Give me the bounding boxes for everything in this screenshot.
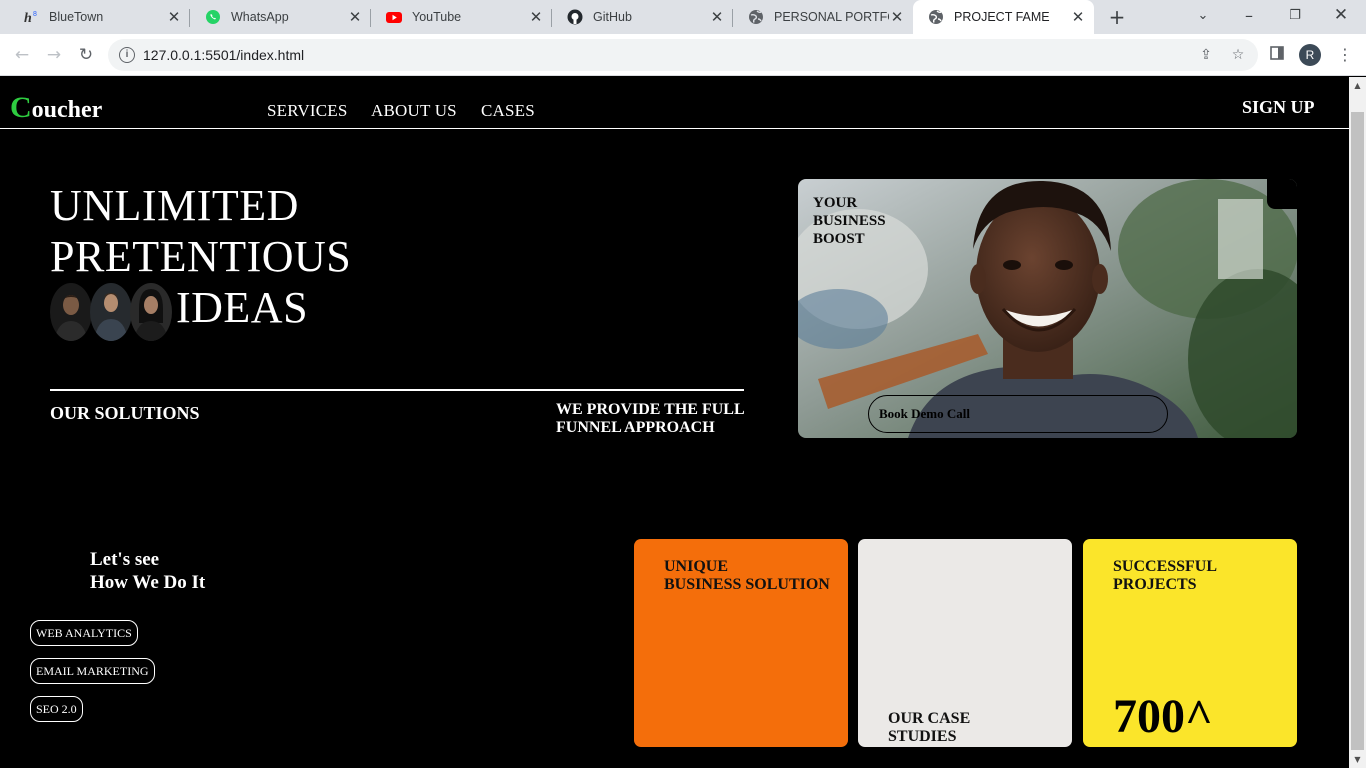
hashnode-icon: h8 <box>23 9 39 25</box>
tab-title: PROJECT FAME <box>954 10 1050 24</box>
hero-headline: UNLIMITED PRETENTIOUS IDEAS <box>50 180 351 341</box>
browser-toolbar: ← → ↻ i 127.0.0.1:5501/index.html ⇪ ☆ R … <box>0 34 1366 76</box>
card-title-line-1: OUR CASE <box>888 710 971 727</box>
svg-text:8: 8 <box>33 11 37 18</box>
back-icon[interactable]: ← <box>10 43 34 67</box>
tab-youtube[interactable]: YouTube ✕ <box>371 0 552 34</box>
tag-seo[interactable]: SEO 2.0 <box>30 696 83 722</box>
site-navbar: Coucher SERVICES ABOUT US CASES SIGN UP <box>0 77 1349 129</box>
logo[interactable]: Coucher <box>10 91 102 125</box>
tab-search-icon[interactable]: ⌄ <box>1180 0 1226 30</box>
heading-line-2: How We Do It <box>90 572 206 593</box>
close-icon[interactable]: ✕ <box>528 9 544 26</box>
card-title-line-1: UNIQUE <box>664 558 729 575</box>
browser-tab-bar: h8 BlueTown ✕ WhatsApp ✕ YouTube ✕ GitHu… <box>0 0 1366 34</box>
close-icon[interactable]: ✕ <box>709 9 725 26</box>
hero-image-caption: YOUR BUSINESS BOOST <box>813 194 886 248</box>
hero-image-card: YOUR BUSINESS BOOST Book Demo Call <box>798 179 1297 438</box>
url-text[interactable]: 127.0.0.1:5501/index.html <box>143 39 304 71</box>
menu-icon[interactable]: ⋮ <box>1335 43 1355 67</box>
card-title-line-1: SUCCESSFUL <box>1113 558 1218 575</box>
tab-bluetown[interactable]: h8 BlueTown ✕ <box>8 0 190 34</box>
tab-title: PERSONAL PORTFOLIO <box>774 10 889 24</box>
section-divider <box>50 389 744 391</box>
card-successful-projects[interactable]: SUCCESSFUL PROJECTS 700^ <box>1083 539 1297 747</box>
tag-web-analytics[interactable]: WEB ANALYTICS <box>30 620 138 646</box>
close-icon[interactable]: ✕ <box>1070 9 1086 26</box>
card-title: OUR CASE STUDIES <box>888 710 970 746</box>
our-solutions-heading: OUR SOLUTIONS <box>50 403 200 423</box>
card-unique-business-solution[interactable]: UNIQUE BUSINESS SOLUTION <box>634 539 848 747</box>
card-our-case-studies[interactable]: OUR CASE STUDIES <box>858 539 1072 747</box>
globe-icon <box>928 9 944 25</box>
logo-rest: oucher <box>31 97 103 123</box>
page-scrollbar[interactable]: ▲ ▼ <box>1349 77 1366 768</box>
heading-line-1: Let's see <box>90 549 160 570</box>
card-title-line-2: PROJECTS <box>1113 576 1197 593</box>
tab-personal-portfolio[interactable]: PERSONAL PORTFOLIO ✕ <box>733 0 913 34</box>
svg-text:h: h <box>24 11 32 25</box>
card-title: UNIQUE BUSINESS SOLUTION <box>664 558 830 594</box>
tab-github[interactable]: GitHub ✕ <box>552 0 733 34</box>
caption-line-3: BOOST <box>813 231 865 247</box>
caption-line-2: BUSINESS <box>813 213 886 229</box>
headline-line-3: IDEAS <box>176 283 309 332</box>
logo-initial: C <box>10 91 32 124</box>
site-info-icon[interactable]: i <box>119 47 135 63</box>
scroll-down-icon[interactable]: ▼ <box>1349 751 1366 768</box>
headline-line-3-row: IDEAS <box>50 282 351 341</box>
projects-count: 700^ <box>1113 690 1213 743</box>
funnel-text: WE PROVIDE THE FULL FUNNEL APPROACH <box>556 401 745 437</box>
bookmark-star-icon[interactable]: ☆ <box>1228 45 1248 65</box>
caption-line-1: YOUR <box>813 195 858 211</box>
address-bar[interactable]: i 127.0.0.1:5501/index.html ⇪ ☆ <box>108 39 1258 71</box>
card-title: SUCCESSFUL PROJECTS <box>1113 558 1217 594</box>
window-close-icon[interactable]: ✕ <box>1318 0 1364 30</box>
book-demo-call-button[interactable]: Book Demo Call <box>868 395 1168 433</box>
page: Coucher SERVICES ABOUT US CASES SIGN UP … <box>0 77 1349 768</box>
reload-icon[interactable]: ↻ <box>74 43 98 67</box>
scroll-up-icon[interactable]: ▲ <box>1349 77 1366 94</box>
whatsapp-icon <box>205 9 221 25</box>
side-panel-icon[interactable] <box>1265 43 1289 67</box>
avatar <box>130 282 172 341</box>
close-icon[interactable]: ✕ <box>347 9 363 26</box>
card-title-line-2: STUDIES <box>888 728 957 745</box>
funnel-line-2: FUNNEL APPROACH <box>556 419 715 436</box>
how-we-do-it-heading: Let's see How We Do It <box>90 548 205 594</box>
avatar <box>90 282 132 341</box>
youtube-icon <box>386 9 402 25</box>
tab-title: WhatsApp <box>231 10 289 24</box>
share-icon[interactable]: ⇪ <box>1196 45 1216 65</box>
nav-link-cases[interactable]: CASES <box>481 101 535 121</box>
headline-line-2: PRETENTIOUS <box>50 232 352 281</box>
globe-icon <box>748 9 764 25</box>
tag-email-marketing[interactable]: EMAIL MARKETING <box>30 658 155 684</box>
close-icon[interactable]: ✕ <box>166 9 182 26</box>
tab-whatsapp[interactable]: WhatsApp ✕ <box>190 0 371 34</box>
signup-link[interactable]: SIGN UP <box>1242 97 1315 118</box>
avatar <box>50 282 92 341</box>
minimize-icon[interactable]: – <box>1226 0 1272 30</box>
funnel-line-1: WE PROVIDE THE FULL <box>556 401 745 418</box>
nav-link-about-us[interactable]: ABOUT US <box>371 101 457 121</box>
forward-icon[interactable]: → <box>42 43 66 67</box>
hero-corner-notch <box>1267 179 1297 209</box>
github-icon <box>567 9 583 25</box>
headline-line-1: UNLIMITED <box>50 181 299 230</box>
tab-title: BlueTown <box>49 10 104 24</box>
restore-icon[interactable]: ❐ <box>1272 0 1318 30</box>
team-avatars <box>50 282 172 341</box>
card-title-line-2: BUSINESS SOLUTION <box>664 576 830 593</box>
close-icon[interactable]: ✕ <box>889 9 905 26</box>
nav-link-services[interactable]: SERVICES <box>267 101 348 121</box>
tab-title: GitHub <box>593 10 632 24</box>
tab-project-fame[interactable]: PROJECT FAME ✕ <box>913 0 1094 34</box>
scroll-thumb[interactable] <box>1351 112 1364 750</box>
profile-avatar[interactable]: R <box>1299 44 1321 66</box>
new-tab-icon[interactable]: + <box>1106 6 1128 28</box>
tab-title: YouTube <box>412 10 462 24</box>
